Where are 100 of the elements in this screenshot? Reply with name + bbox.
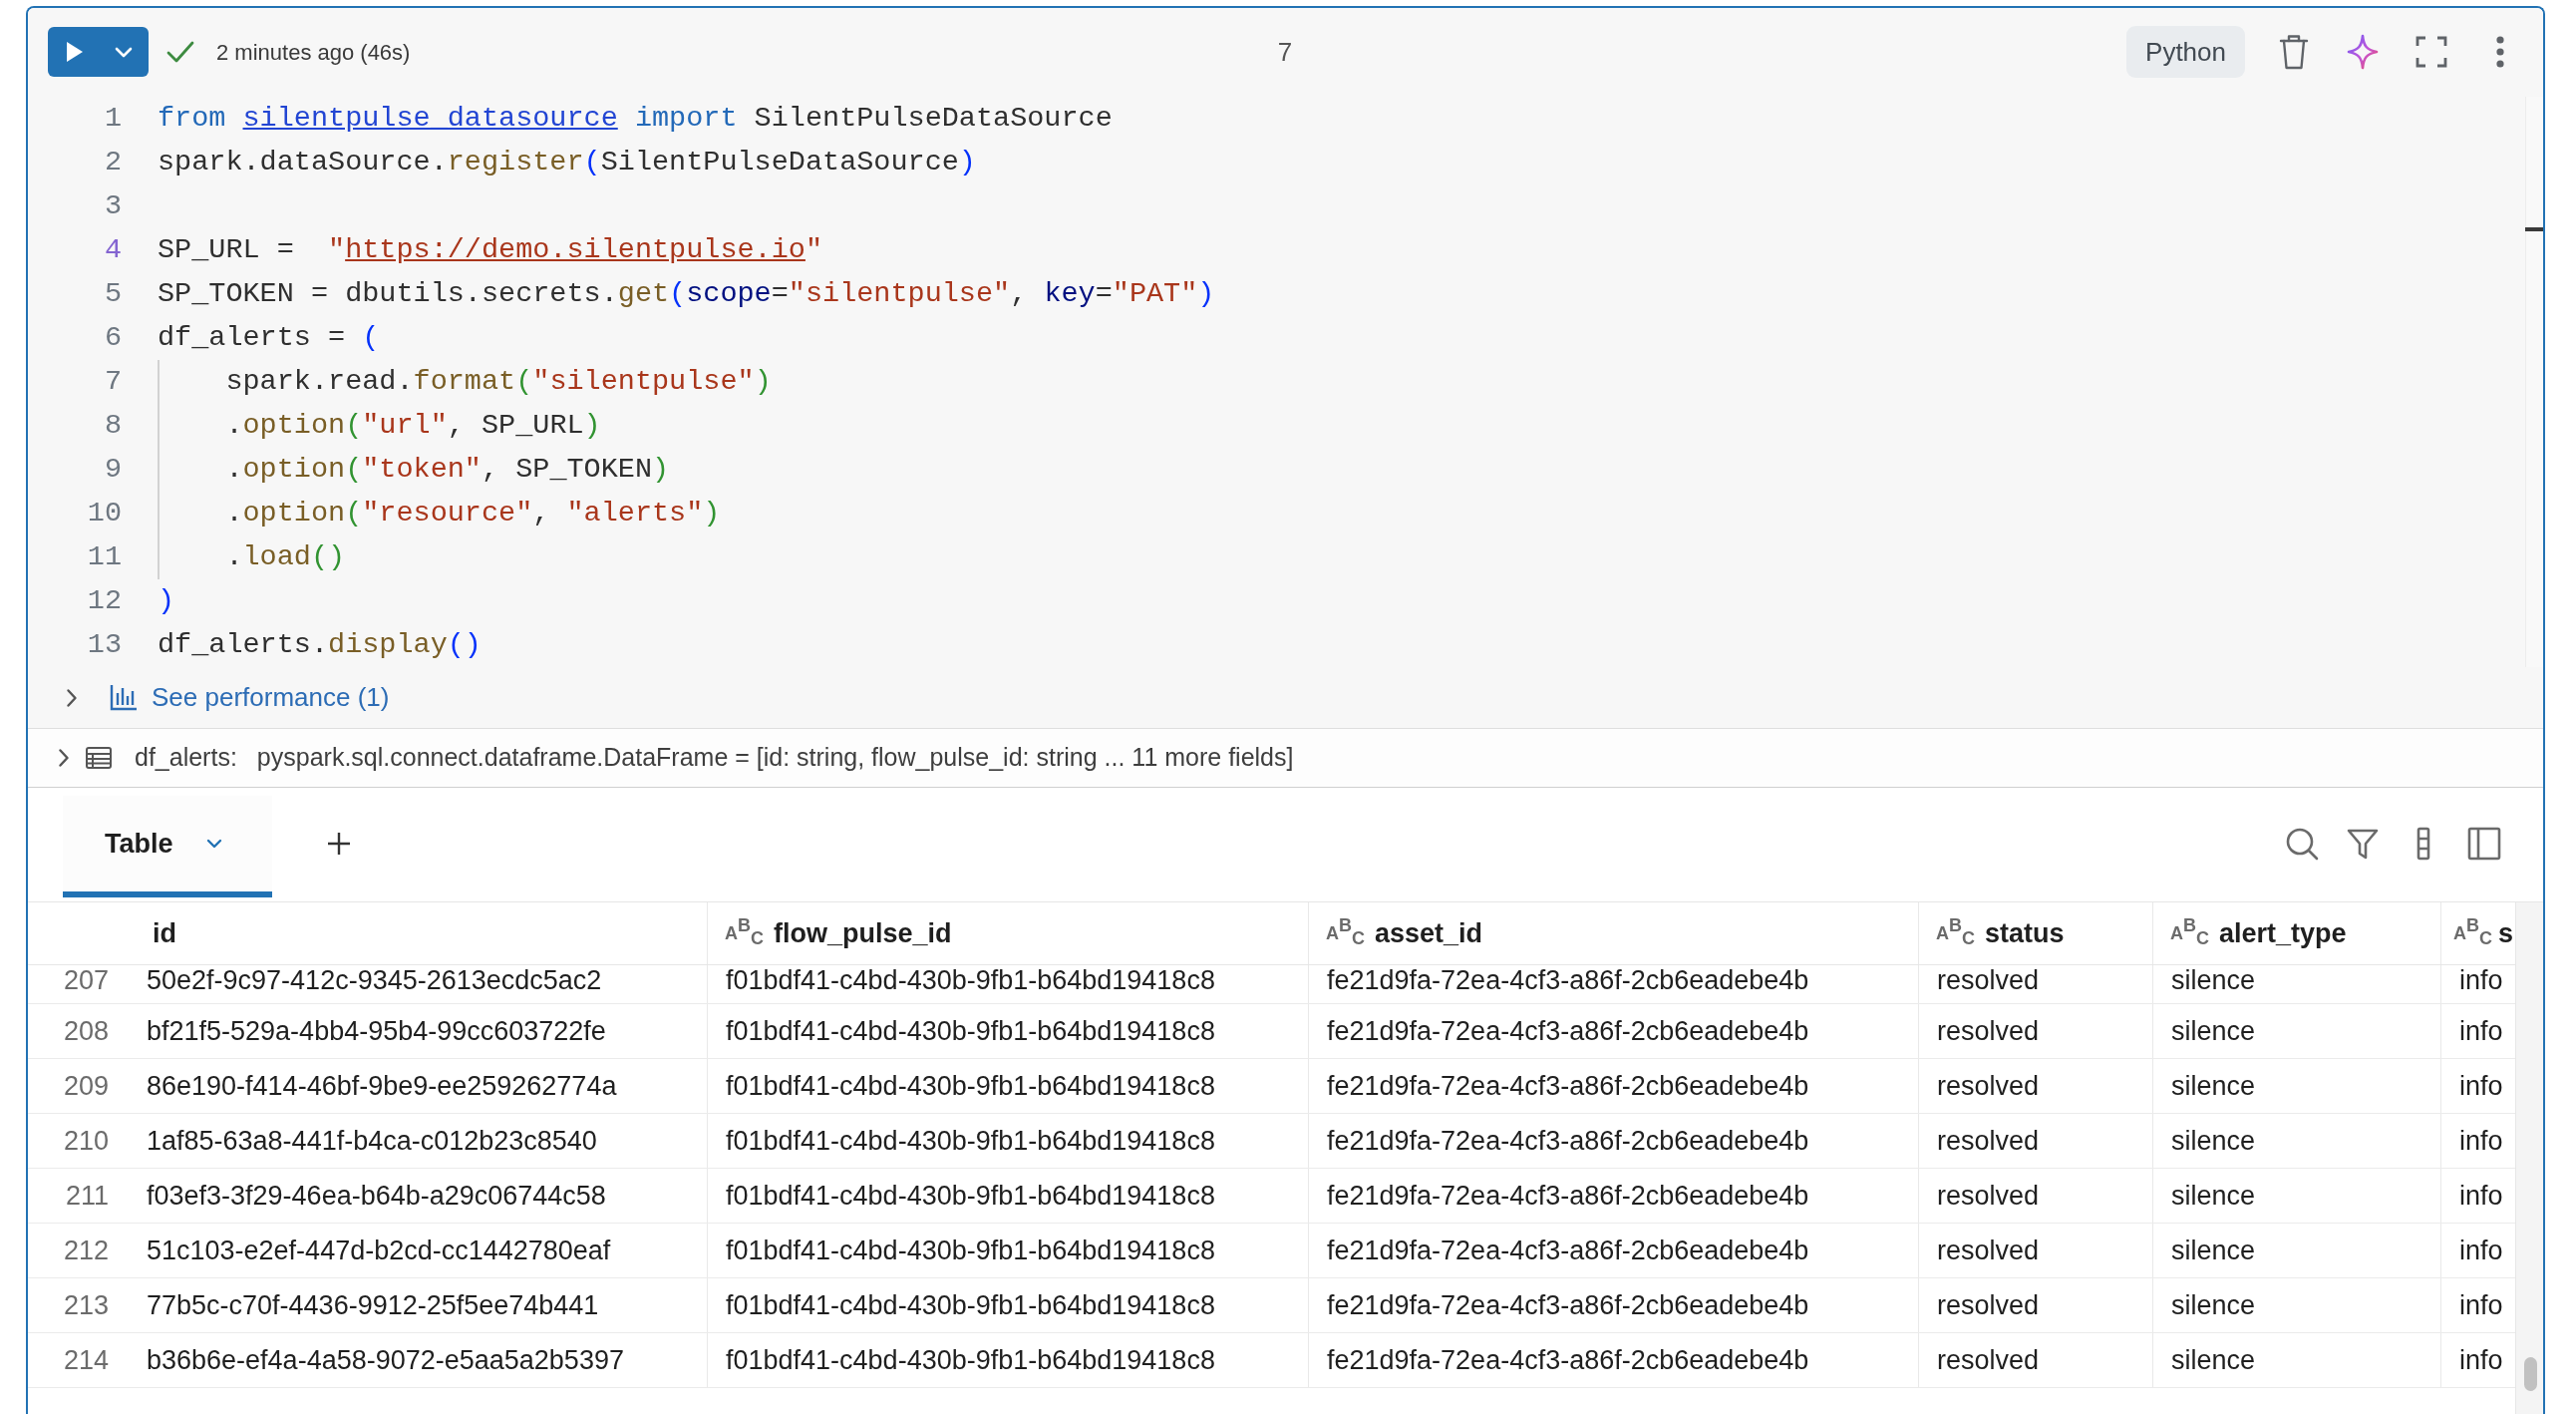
table-cell: resolved <box>1919 1278 2153 1332</box>
column-title[interactable]: alert_type <box>2219 918 2347 948</box>
table-cell-text: info <box>2458 1344 2504 1377</box>
table-cell: resolved <box>1919 1114 2153 1168</box>
url-link[interactable]: https://demo.silentpulse.io <box>345 233 805 266</box>
table-cell: silence <box>2153 1004 2441 1058</box>
language-button[interactable]: Python <box>2126 26 2245 78</box>
search-icon <box>2285 827 2319 861</box>
table-cell: resolved <box>1919 1004 2153 1058</box>
schema-text: pyspark.sql.connect.dataframe.DataFrame = [id: string, flow_pulse_id: string ... 11 more fields] <box>256 742 1294 774</box>
side-panel-icon <box>2467 827 2501 861</box>
plus-icon <box>326 832 351 856</box>
table-cell-text: info <box>2458 1180 2504 1213</box>
line-number: 8 <box>103 408 122 444</box>
table-cell: resolved <box>1919 1224 2153 1277</box>
line-number: 10 <box>86 496 122 531</box>
column-title[interactable]: s <box>2498 918 2514 948</box>
table-cell: fe21d9fa-72ea-4cf3-a86f-2cb6eadebe4b <box>1309 1004 1919 1058</box>
table-cell: 50e2f-9c97-412c-9345-2613ecdc5ac2 <box>143 965 708 1003</box>
table-cell: bf21f5-529a-4bb4-95b4-99cc603722fe <box>143 1004 708 1058</box>
line-number: 5 <box>103 276 122 312</box>
row-number: 210 <box>62 1125 110 1158</box>
module-link[interactable]: silentpulse_datasource <box>242 102 618 135</box>
line-number: 7 <box>103 364 122 400</box>
table-cell: fe21d9fa-72ea-4cf3-a86f-2cb6eadebe4b <box>1309 1169 1919 1223</box>
column-title[interactable]: flow_pulse_id <box>774 918 952 948</box>
code-line: from silentpulse_datasource import SilentPulseDataSource <box>158 101 1113 137</box>
table-cell: f01bdf41-c4bd-430b-9fb1-b64bd19418c8 <box>708 1224 1309 1277</box>
table-cell: f01bdf41-c4bd-430b-9fb1-b64bd19418c8 <box>708 965 1309 1003</box>
table-icon <box>86 747 112 769</box>
table-cell: silence <box>2153 1169 2441 1223</box>
column-title[interactable]: id <box>153 918 176 948</box>
table-cell: resolved <box>1919 1333 2153 1387</box>
table-cell: silence <box>2153 965 2441 1003</box>
expand-icon <box>2415 36 2447 68</box>
line-number: 9 <box>103 452 122 488</box>
code-line: spark.dataSource.register(SilentPulseDataSource) <box>158 145 976 180</box>
performance-link[interactable]: See performance (1) <box>152 678 390 717</box>
table-cell: f03ef3-3f29-46ea-b64b-a29c06744c58 <box>143 1169 708 1223</box>
row-number: 209 <box>62 1070 110 1103</box>
chevron-down-icon <box>205 839 222 849</box>
run-status-text: 2 minutes ago (46s) <box>216 38 411 67</box>
table-cell: resolved <box>1919 1059 2153 1113</box>
code-line: df_alerts.display() <box>158 627 482 663</box>
row-number: 208 <box>62 1015 110 1048</box>
table-cell: f01bdf41-c4bd-430b-9fb1-b64bd19418c8 <box>708 1114 1309 1168</box>
line-number: 12 <box>86 583 122 619</box>
table-cell: 77b5c-c70f-4436-9912-25f5ee74b441 <box>143 1278 708 1332</box>
line-number: 6 <box>103 320 122 356</box>
table-cell: f01bdf41-c4bd-430b-9fb1-b64bd19418c8 <box>708 1169 1309 1223</box>
table-cell: fe21d9fa-72ea-4cf3-a86f-2cb6eadebe4b <box>1309 1278 1919 1332</box>
table-cell: fe21d9fa-72ea-4cf3-a86f-2cb6eadebe4b <box>1309 1333 1919 1387</box>
column-title[interactable]: status <box>1985 918 2065 948</box>
table-cell: b36b6e-ef4a-4a58-9072-e5aa5a2b5397 <box>143 1333 708 1387</box>
table-cell: fe21d9fa-72ea-4cf3-a86f-2cb6eadebe4b <box>1309 965 1919 1003</box>
filter-icon <box>2347 828 2379 860</box>
chevron-down-icon <box>115 46 133 58</box>
sparkle-icon <box>2347 34 2379 70</box>
table-cell: fe21d9fa-72ea-4cf3-a86f-2cb6eadebe4b <box>1309 1059 1919 1113</box>
table-cell: silence <box>2153 1114 2441 1168</box>
line-number: 13 <box>86 627 122 663</box>
code-line: df_alerts = ( <box>158 320 380 356</box>
table-cell-text: info <box>2458 1289 2504 1322</box>
table-cell: f01bdf41-c4bd-430b-9fb1-b64bd19418c8 <box>708 1004 1309 1058</box>
line-number: 3 <box>103 188 122 224</box>
trash-icon <box>2279 34 2309 70</box>
column-bar-icon <box>2416 827 2430 861</box>
table-cell: fe21d9fa-72ea-4cf3-a86f-2cb6eadebe4b <box>1309 1114 1919 1168</box>
line-number: 1 <box>103 101 122 137</box>
code-line: SP_URL = "https://demo.silentpulse.io" <box>158 232 823 268</box>
table-cell-text: info <box>2458 965 2504 997</box>
table-cell: 51c103-e2ef-447d-b2cd-cc1442780eaf <box>143 1224 708 1277</box>
table-cell: 1af85-63a8-441f-b4ca-c012b23c8540 <box>143 1114 708 1168</box>
table-cell-text: info <box>2458 1070 2504 1103</box>
line-number: 2 <box>103 145 122 180</box>
table-cell: silence <box>2153 1333 2441 1387</box>
table-cell-text: info <box>2458 1235 2504 1267</box>
table-cell: f01bdf41-c4bd-430b-9fb1-b64bd19418c8 <box>708 1333 1309 1387</box>
row-number: 207 <box>62 965 110 997</box>
code-line: SP_TOKEN = dbutils.secrets.get(scope="silentpulse", key="PAT") <box>158 276 1215 312</box>
run-options-button[interactable] <box>99 27 149 77</box>
variable-name: df_alerts: <box>135 742 237 774</box>
table-cell: silence <box>2153 1278 2441 1332</box>
chevron-right-icon[interactable] <box>66 687 78 708</box>
row-number: 211 <box>64 1180 110 1213</box>
row-number: 212 <box>62 1235 110 1267</box>
table-cell: resolved <box>1919 965 2153 1003</box>
run-button[interactable] <box>48 27 100 77</box>
table-cell: f01bdf41-c4bd-430b-9fb1-b64bd19418c8 <box>708 1059 1309 1113</box>
chevron-right-icon[interactable] <box>58 748 70 768</box>
table-cell: resolved <box>1919 1169 2153 1223</box>
code-line: ) <box>158 583 175 619</box>
table-cell: f01bdf41-c4bd-430b-9fb1-b64bd19418c8 <box>708 1278 1309 1332</box>
table-cell: 86e190-f414-46bf-9be9-ee259262774a <box>143 1059 708 1113</box>
kebab-icon <box>2496 36 2504 68</box>
bar-chart-icon <box>110 684 138 711</box>
table-cell: silence <box>2153 1059 2441 1113</box>
table-cell: fe21d9fa-72ea-4cf3-a86f-2cb6eadebe4b <box>1309 1224 1919 1277</box>
column-title[interactable]: asset_id <box>1375 918 1483 948</box>
scrollbar-thumb[interactable] <box>2524 1357 2537 1391</box>
